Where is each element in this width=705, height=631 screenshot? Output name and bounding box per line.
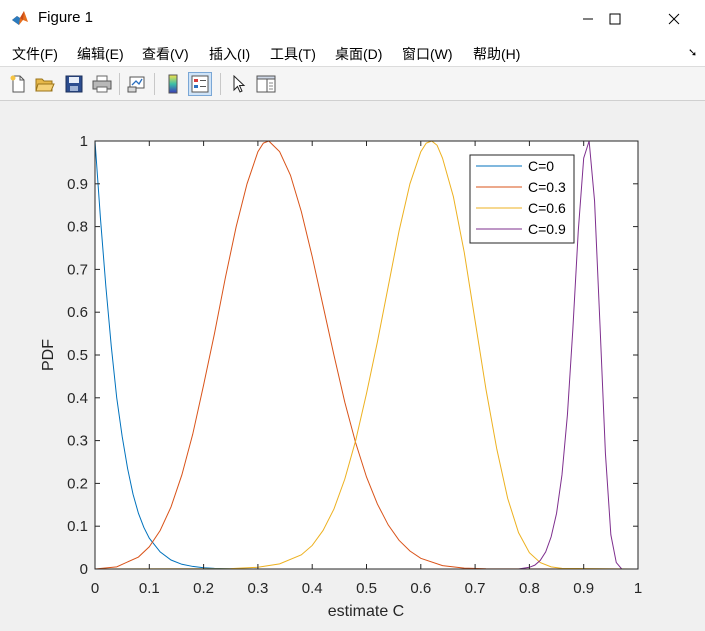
x-tick-label: 0.5: [356, 580, 377, 597]
save-button[interactable]: [62, 72, 86, 96]
legend-button[interactable]: [188, 72, 212, 96]
property-inspector-button[interactable]: [254, 72, 278, 96]
y-tick-label: 0.4: [67, 390, 88, 407]
toolbar-separator: [220, 73, 221, 95]
y-tick-label: 0.7: [67, 261, 88, 278]
legend-entry-label: C=0.6: [528, 200, 566, 216]
menu-view[interactable]: 查看(V): [142, 44, 189, 64]
x-tick-label: 0: [91, 580, 99, 597]
y-tick-label: 0.6: [67, 304, 88, 321]
toolbar-separator: [119, 73, 120, 95]
colorbar-button[interactable]: [161, 72, 185, 96]
x-tick-label: 0.2: [193, 580, 214, 597]
y-tick-label: 0.2: [67, 475, 88, 492]
toolbar: [0, 67, 705, 101]
x-tick-label: 1: [634, 580, 642, 597]
open-file-button[interactable]: [33, 72, 57, 96]
maximize-button[interactable]: [592, 0, 638, 38]
window-title: Figure 1: [38, 9, 94, 26]
y-tick-label: 0: [80, 561, 88, 578]
menu-window[interactable]: 窗口(W): [402, 44, 453, 64]
matlab-logo-icon: [11, 9, 29, 27]
new-figure-button[interactable]: [6, 72, 30, 96]
save-icon: [65, 75, 83, 93]
close-icon: [668, 13, 680, 25]
y-tick-label: 0.9: [67, 176, 88, 193]
y-tick-label: 0.3: [67, 433, 88, 450]
y-tick-label: 0.1: [67, 518, 88, 535]
y-axis-label: PDF: [40, 339, 57, 371]
menu-tools[interactable]: 工具(T): [270, 44, 316, 64]
menu-bar: 文件(F) 编辑(E) 查看(V) 插入(I) 工具(T) 桌面(D) 窗口(W…: [0, 38, 705, 67]
title-bar: Figure 1: [0, 0, 705, 38]
menu-edit[interactable]: 编辑(E): [77, 44, 124, 64]
menu-file[interactable]: 文件(F): [12, 44, 58, 64]
x-axis-label: estimate C: [328, 603, 404, 620]
print-icon: [92, 75, 112, 93]
close-button[interactable]: [651, 0, 697, 38]
menu-expand-arrow-icon[interactable]: ➘: [688, 46, 697, 59]
link-plot-button[interactable]: [125, 72, 149, 96]
pointer-button[interactable]: [227, 72, 251, 96]
x-tick-label: 0.9: [573, 580, 594, 597]
toolbar-separator: [154, 73, 155, 95]
x-tick-label: 0.3: [247, 580, 268, 597]
y-tick-label: 0.8: [67, 219, 88, 236]
legend-icon: [191, 75, 209, 93]
x-tick-label: 0.6: [410, 580, 431, 597]
x-tick-label: 0.8: [519, 580, 540, 597]
x-tick-label: 0.1: [139, 580, 160, 597]
menu-insert[interactable]: 插入(I): [209, 44, 250, 64]
maximize-icon: [609, 13, 621, 25]
y-tick-label: 0.5: [67, 347, 88, 364]
property-inspector-icon: [256, 75, 276, 93]
link-plot-icon: [127, 76, 145, 93]
legend-entry-label: C=0.9: [528, 221, 566, 237]
legend[interactable]: C=0 C=0.3 C=0.6 C=0.9: [469, 154, 575, 244]
line-chart[interactable]: 0 0.1 0.2 0.3 0.4 0.5 0.6 0.7 0.8 0.9 1 0 0.1 0.2 0.3…: [4, 101, 703, 626]
colorbar-icon: [168, 74, 178, 94]
x-tick-label: 0.4: [302, 580, 323, 597]
figure-window: Figure 1 文件(F) 编辑(E) 查看(V) 插入(I) 工具(T) 桌…: [0, 0, 705, 628]
open-file-icon: [35, 78, 55, 92]
legend-entry-label: C=0: [528, 158, 554, 174]
new-figure-icon: [10, 75, 25, 93]
figure-canvas-area: 0 0.1 0.2 0.3 0.4 0.5 0.6 0.7 0.8 0.9 1 0 0.1 0.2 0.3…: [4, 101, 703, 626]
print-button[interactable]: [90, 72, 114, 96]
pointer-icon: [233, 75, 246, 93]
menu-help[interactable]: 帮助(H): [473, 44, 520, 64]
x-tick-label: 0.7: [465, 580, 486, 597]
legend-entry-label: C=0.3: [528, 179, 566, 195]
menu-desktop[interactable]: 桌面(D): [335, 44, 382, 64]
y-tick-label: 1: [80, 133, 88, 150]
